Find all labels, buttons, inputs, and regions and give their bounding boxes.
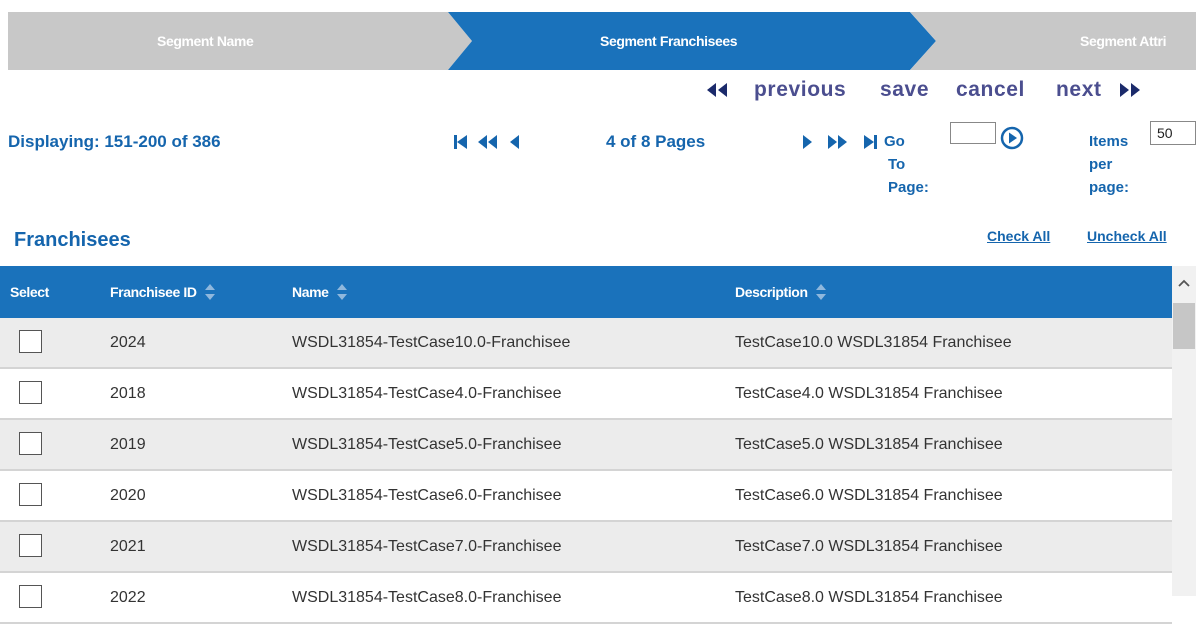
sort-icon[interactable] [815, 282, 827, 302]
scroll-thumb[interactable] [1173, 303, 1195, 349]
items-per-page-input[interactable]: 50 [1150, 121, 1196, 145]
items-per-page-label: Items per page: [1089, 130, 1149, 199]
wizard-steps: Segment Name Segment Franchisees Segment… [0, 12, 1196, 70]
table-row: 2021 WSDL31854-TestCase7.0-Franchisee Te… [0, 522, 1172, 573]
row-select-checkbox[interactable] [19, 432, 42, 455]
franchisee-id-cell: 2018 [110, 385, 146, 402]
rewind-icon[interactable] [476, 133, 500, 151]
items-per-page-label-line1: Items [1089, 133, 1129, 150]
page-status: 4 of 8 Pages [606, 132, 706, 151]
franchisee-id-cell: 2019 [110, 436, 146, 453]
cancel-button[interactable]: cancel [956, 78, 1025, 102]
column-header-description-label: Description [735, 284, 808, 300]
column-header-select-label: Select [10, 284, 49, 300]
previous-arrows-icon[interactable] [705, 80, 739, 100]
description-cell: TestCase10.0 WSDL31854 Franchisee [735, 334, 1012, 351]
go-to-page-input[interactable] [950, 122, 996, 144]
save-button[interactable]: save [880, 78, 929, 102]
row-select-checkbox[interactable] [19, 483, 42, 506]
previous-button[interactable]: previous [754, 78, 846, 102]
sort-icon[interactable] [204, 282, 216, 302]
row-select-checkbox[interactable] [19, 585, 42, 608]
go-to-page-label: Go To Page: [884, 130, 944, 199]
column-header-franchisee-id[interactable]: Franchisee ID [110, 266, 216, 318]
name-cell: WSDL31854-TestCase7.0-Franchisee [292, 538, 562, 555]
table-scrollbar[interactable] [1172, 266, 1196, 596]
go-to-page-label-line2: To [888, 156, 906, 173]
table-row: 2019 WSDL31854-TestCase5.0-Franchisee Te… [0, 420, 1172, 471]
table-row: 2024 WSDL31854-TestCase10.0-Franchisee T… [0, 318, 1172, 369]
name-cell: WSDL31854-TestCase8.0-Franchisee [292, 589, 562, 606]
table-row: 2020 WSDL31854-TestCase6.0-Franchisee Te… [0, 471, 1172, 522]
name-cell: WSDL31854-TestCase6.0-Franchisee [292, 487, 562, 504]
displaying-count: Displaying: 151-200 of 386 [8, 132, 221, 151]
sort-icon[interactable] [336, 282, 348, 302]
check-all-link[interactable]: Check All [987, 228, 1050, 244]
fast-forward-icon[interactable] [826, 133, 850, 151]
description-cell: TestCase7.0 WSDL31854 Franchisee [735, 538, 1003, 555]
go-to-page-label-line1: Go [884, 133, 905, 150]
table-row: 2018 WSDL31854-TestCase4.0-Franchisee Te… [0, 369, 1172, 420]
table-row: 2022 WSDL31854-TestCase8.0-Franchisee Te… [0, 573, 1172, 624]
column-header-description[interactable]: Description [735, 266, 827, 318]
section-title: Franchisees [14, 229, 131, 251]
table-header: Select Franchisee ID Name Description [0, 266, 1172, 318]
description-cell: TestCase8.0 WSDL31854 Franchisee [735, 589, 1003, 606]
column-header-name-label: Name [292, 284, 329, 300]
items-per-page-label-line2: per [1089, 156, 1113, 173]
last-page-icon[interactable] [862, 133, 880, 151]
go-to-page-label-line3: Page: [888, 179, 929, 196]
franchisee-id-cell: 2024 [110, 334, 146, 351]
uncheck-all-link[interactable]: Uncheck All [1087, 228, 1167, 244]
next-arrows-icon[interactable] [1118, 80, 1148, 100]
wizard-step-segment-name[interactable]: Segment Name [157, 12, 254, 70]
column-header-name[interactable]: Name [292, 266, 348, 318]
scroll-up-icon[interactable] [1177, 278, 1191, 288]
row-select-checkbox[interactable] [19, 330, 42, 353]
row-select-checkbox[interactable] [19, 534, 42, 557]
row-select-checkbox[interactable] [19, 381, 42, 404]
wizard-step-segment-attributes[interactable]: Segment Attri [1080, 12, 1166, 70]
next-button[interactable]: next [1056, 78, 1102, 102]
wizard-step-segment-franchisees[interactable]: Segment Franchisees [600, 12, 738, 70]
description-cell: TestCase6.0 WSDL31854 Franchisee [735, 487, 1003, 504]
next-page-icon[interactable] [800, 133, 814, 151]
column-header-franchisee-id-label: Franchisee ID [110, 284, 197, 300]
name-cell: WSDL31854-TestCase4.0-Franchisee [292, 385, 562, 402]
items-per-page-label-line3: page: [1089, 179, 1130, 196]
franchisee-id-cell: 2022 [110, 589, 146, 606]
first-page-icon[interactable] [452, 133, 470, 151]
franchisee-id-cell: 2021 [110, 538, 146, 555]
name-cell: WSDL31854-TestCase5.0-Franchisee [292, 436, 562, 453]
column-header-select: Select [10, 266, 49, 318]
description-cell: TestCase5.0 WSDL31854 Franchisee [735, 436, 1003, 453]
go-circle-icon[interactable] [1000, 126, 1024, 150]
prev-page-icon[interactable] [508, 133, 522, 151]
franchisee-id-cell: 2020 [110, 487, 146, 504]
name-cell: WSDL31854-TestCase10.0-Franchisee [292, 334, 571, 351]
description-cell: TestCase4.0 WSDL31854 Franchisee [735, 385, 1003, 402]
